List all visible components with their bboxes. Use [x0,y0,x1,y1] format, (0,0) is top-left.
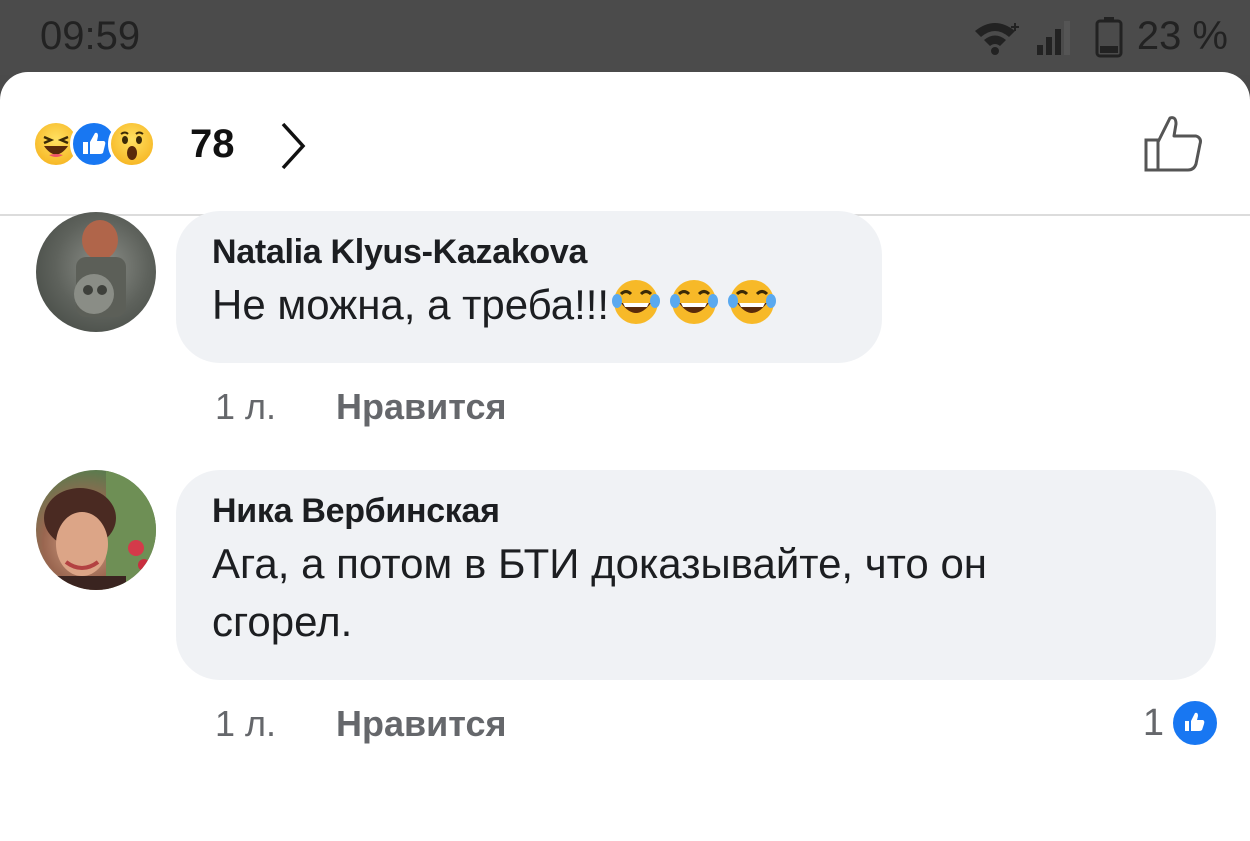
wifi-icon [974,22,1019,55]
like-reaction-icon [1170,698,1220,748]
like-outline-icon[interactable] [1142,112,1206,174]
comment-author[interactable]: Ника Вербинская [212,492,1180,531]
comment-text: Не можна, а треба!!! [212,276,846,334]
comment-like-count: 1 [1142,701,1164,744]
comment-bubble[interactable]: Natalia Klyus-Kazakova Не можна, а треба… [176,211,882,363]
comments-sheet: 78 [0,72,1250,841]
comment-time[interactable]: 1 л. [215,703,276,745]
reaction-count[interactable]: 78 [190,122,235,167]
reactions-bar[interactable]: 78 [0,72,1250,216]
comment-meta: 1 л. Нравится [215,386,507,428]
comment-text-body: Не можна, а треба!!! [212,281,610,328]
chevron-right-icon[interactable] [275,118,311,174]
emoji-group [611,277,777,327]
comment-bubble[interactable]: Ника Вербинская Ага, а потом в БТИ доказ… [176,470,1216,680]
comment-text: Ага, а потом в БТИ доказывайте, что он с… [212,535,1180,651]
like-button[interactable]: Нравится [336,703,506,745]
comment-text-line: Ага, а потом в БТИ доказывайте, что он [212,540,987,587]
tears-of-joy-icon [728,280,777,324]
avatar[interactable] [36,470,156,590]
battery-icon [1095,16,1123,57]
comment-author[interactable]: Natalia Klyus-Kazakova [212,233,846,272]
tears-of-joy-icon [670,280,719,324]
comment-time[interactable]: 1 л. [215,386,276,428]
comment-meta: 1 л. Нравится [215,703,507,745]
like-button[interactable]: Нравится [336,386,506,428]
avatar[interactable] [36,212,156,332]
comment-likes-badge[interactable]: 1 [1143,698,1220,748]
battery-percent: 23 % [1136,14,1228,58]
wow-reaction-icon [108,120,156,168]
tears-of-joy-icon [612,280,661,324]
reaction-icons[interactable] [32,120,156,168]
signal-icon [1036,20,1070,55]
comment-text-line: сгорел. [212,598,353,645]
status-time: 09:59 [40,14,141,58]
status-icons: 23 % [971,14,1228,59]
status-bar: 09:59 23 % [0,0,1250,75]
